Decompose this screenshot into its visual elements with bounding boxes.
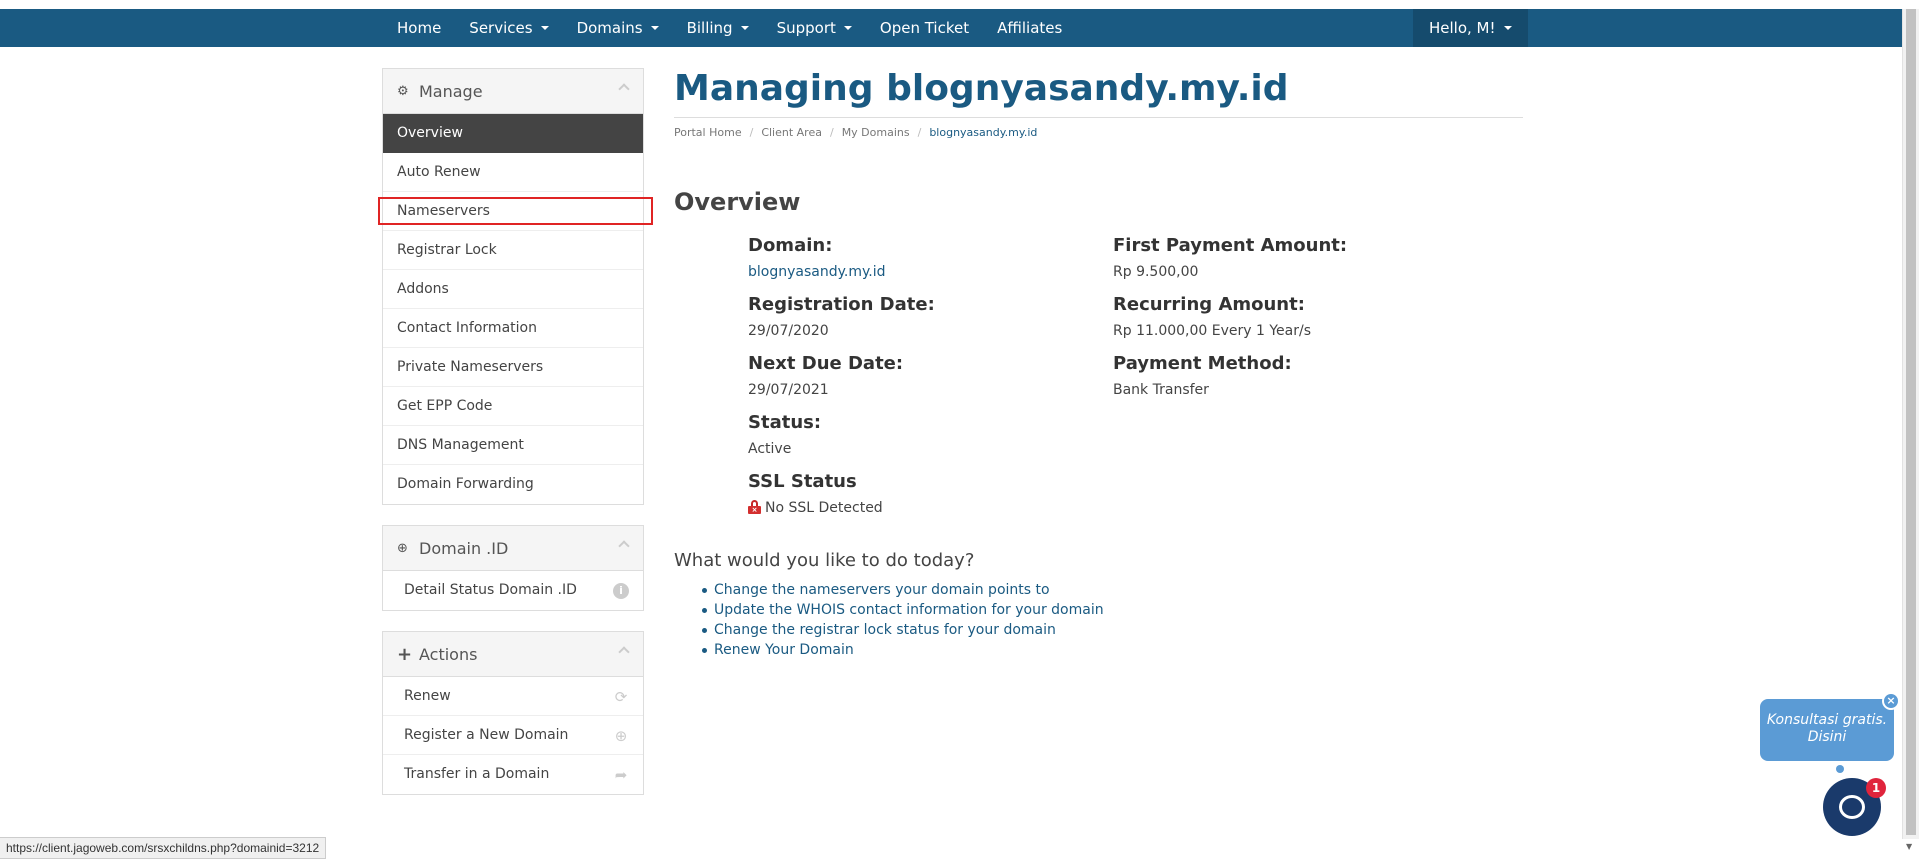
sidebar-item-auto-renew[interactable]: Auto Renew: [383, 153, 643, 192]
manage-panel: ⚙ Manage Overview Auto Renew Nameservers…: [382, 68, 644, 505]
nav-domains[interactable]: Domains: [563, 9, 673, 47]
gear-icon: ⚙: [397, 83, 409, 99]
link-renew-domain[interactable]: Renew Your Domain: [702, 640, 1104, 660]
chat-notification-badge: 1: [1866, 778, 1886, 798]
scrollbar-thumb[interactable]: [1906, 9, 1916, 835]
user-menu[interactable]: Hello, M!: [1413, 9, 1528, 47]
sidebar-item-domain-forwarding[interactable]: Domain Forwarding: [383, 465, 643, 504]
todo-list: Change the nameservers your domain point…: [702, 580, 1104, 660]
domain-id-panel-header[interactable]: ⊕ Domain .ID: [383, 526, 643, 571]
browser-status-bar: https://client.jagoweb.com/srsxchildns.p…: [0, 837, 327, 859]
nav-services[interactable]: Services: [455, 9, 562, 47]
caret-down-icon: [740, 26, 749, 30]
globe-icon: ⊕: [614, 727, 628, 745]
sidebar-item-detail-status-domain-id[interactable]: Detail Status Domain .ID i: [383, 571, 643, 610]
ssl-status-value: × No SSL Detected: [748, 500, 883, 516]
sidebar-item-get-epp-code[interactable]: Get EPP Code: [383, 387, 643, 426]
field-recurring-amount: Recurring Amount: Rp 11.000,00 Every 1 Y…: [1113, 294, 1311, 339]
manage-panel-header[interactable]: ⚙ Manage: [383, 69, 643, 114]
domain-link[interactable]: blognyasandy.my.id: [748, 264, 886, 280]
sidebar-item-dns-management[interactable]: DNS Management: [383, 426, 643, 465]
link-change-nameservers[interactable]: Change the nameservers your domain point…: [702, 580, 1104, 600]
link-registrar-lock[interactable]: Change the registrar lock status for you…: [702, 620, 1104, 640]
refresh-icon: ⟳: [614, 688, 628, 706]
sidebar-item-register-new-domain[interactable]: Register a New Domain ⊕: [383, 716, 643, 755]
field-value: 29/07/2020: [748, 323, 829, 339]
field-label: First Payment Amount:: [1113, 235, 1348, 256]
field-domain: Domain: blognyasandy.my.id: [748, 235, 886, 280]
chat-icon: [1839, 795, 1865, 819]
plus-icon: +: [397, 643, 413, 665]
chevron-up-icon[interactable]: [618, 83, 630, 95]
field-label: Domain:: [748, 235, 833, 256]
title-divider: [674, 117, 1523, 118]
breadcrumb-separator: /: [749, 126, 754, 139]
breadcrumb-separator: /: [917, 126, 922, 139]
sidebar-item-transfer-domain[interactable]: Transfer in a Domain ➦: [383, 755, 643, 794]
top-navbar: Home Services Domains Billing Support Op…: [0, 9, 1902, 47]
nav-open-ticket[interactable]: Open Ticket: [866, 9, 983, 47]
nav-support[interactable]: Support: [763, 9, 866, 47]
sidebar-item-nameservers[interactable]: Nameservers: [383, 192, 643, 231]
actions-panel: + Actions Renew ⟳ Register a New Domain …: [382, 631, 644, 795]
breadcrumb-separator: /: [829, 126, 834, 139]
scroll-down-arrow-icon[interactable]: ▼: [1906, 842, 1912, 851]
link-update-whois[interactable]: Update the WHOIS contact information for…: [702, 600, 1104, 620]
field-label: SSL Status: [748, 471, 857, 492]
field-label: Registration Date:: [748, 294, 935, 315]
field-first-payment: First Payment Amount: Rp 9.500,00: [1113, 235, 1347, 280]
close-icon[interactable]: ×: [1882, 692, 1900, 710]
chevron-up-icon[interactable]: [618, 646, 630, 658]
nav-affiliates[interactable]: Affiliates: [983, 9, 1076, 47]
globe-icon: ⊕: [397, 540, 408, 556]
sidebar-item-private-nameservers[interactable]: Private Nameservers: [383, 348, 643, 387]
page-title: Managing blognyasandy.my.id: [674, 68, 1289, 109]
field-value: Bank Transfer: [1113, 382, 1209, 398]
section-title: Overview: [674, 188, 801, 216]
breadcrumb-my-domains[interactable]: My Domains: [842, 126, 910, 139]
sidebar-item-overview[interactable]: Overview: [383, 114, 643, 153]
field-registration-date: Registration Date: 29/07/2020: [748, 294, 935, 339]
caret-down-icon: [650, 26, 659, 30]
field-label: Recurring Amount:: [1113, 294, 1305, 315]
todo-heading: What would you like to do today?: [674, 550, 975, 571]
sidebar-item-renew[interactable]: Renew ⟳: [383, 677, 643, 716]
field-value: Rp 9.500,00: [1113, 264, 1199, 280]
breadcrumb-client-area[interactable]: Client Area: [761, 126, 822, 139]
ssl-lock-icon: ×: [748, 500, 761, 514]
chevron-up-icon[interactable]: [618, 540, 630, 552]
status-value: Active: [748, 441, 792, 457]
field-status: Status: Active: [748, 412, 821, 457]
field-label: Payment Method:: [1113, 353, 1292, 374]
domain-id-panel: ⊕ Domain .ID Detail Status Domain .ID i: [382, 525, 644, 611]
sidebar-item-contact-information[interactable]: Contact Information: [383, 309, 643, 348]
sidebar-item-addons[interactable]: Addons: [383, 270, 643, 309]
field-payment-method: Payment Method: Bank Transfer: [1113, 353, 1292, 398]
chat-bubble-dot: [1836, 765, 1844, 773]
nav-home[interactable]: Home: [383, 9, 455, 47]
top-strip: [0, 0, 1919, 9]
breadcrumb-portal-home[interactable]: Portal Home: [674, 126, 742, 139]
share-arrow-icon: ➦: [614, 766, 628, 784]
info-icon: i: [613, 583, 629, 599]
field-label: Status:: [748, 412, 822, 433]
actions-panel-header[interactable]: + Actions: [383, 632, 643, 677]
field-value: Rp 11.000,00 Every 1 Year/s: [1113, 323, 1312, 339]
nav-billing[interactable]: Billing: [673, 9, 763, 47]
field-next-due-date: Next Due Date: 29/07/2021: [748, 353, 903, 398]
caret-down-icon: [843, 26, 852, 30]
field-label: Next Due Date:: [748, 353, 904, 374]
caret-down-icon: [540, 26, 549, 30]
field-ssl-status: SSL Status × No SSL Detected: [748, 471, 883, 516]
field-value: 29/07/2021: [748, 382, 829, 398]
breadcrumb: Portal Home / Client Area / My Domains /…: [674, 126, 1037, 139]
nav-menu: Home Services Domains Billing Support Op…: [383, 9, 1076, 47]
chat-prompt-bubble[interactable]: Konsultasi gratis. Disini: [1760, 699, 1894, 761]
sidebar-item-registrar-lock[interactable]: Registrar Lock: [383, 231, 643, 270]
caret-down-icon: [1503, 26, 1512, 30]
page-scrollbar[interactable]: [1902, 9, 1919, 839]
breadcrumb-current: blognyasandy.my.id: [929, 126, 1038, 139]
